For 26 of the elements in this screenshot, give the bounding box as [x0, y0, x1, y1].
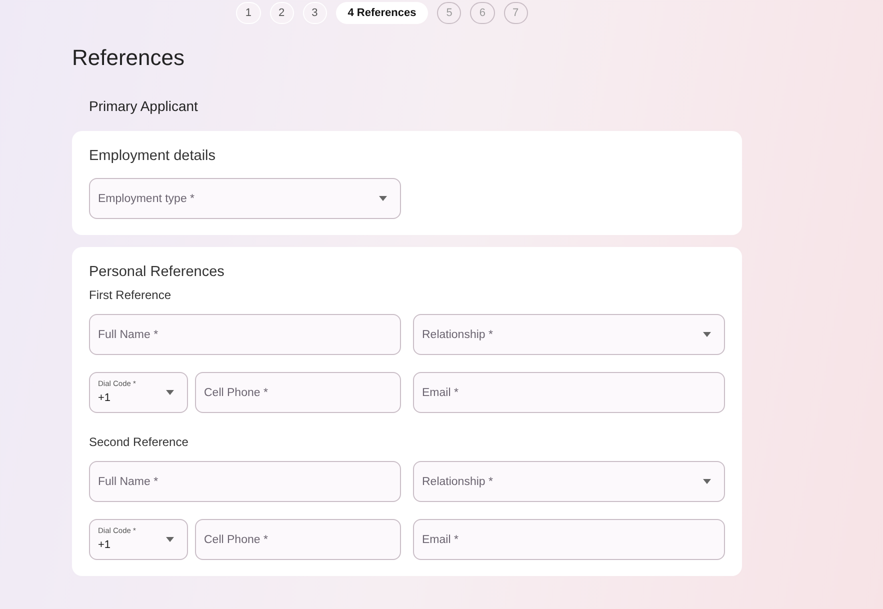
card-heading: Employment details	[89, 148, 217, 164]
section-heading: Primary Applicant	[89, 98, 199, 114]
page-title: References	[72, 45, 186, 71]
stepper-step[interactable]: 1	[236, 2, 260, 24]
card-heading: Personal References	[89, 264, 226, 280]
dropdown-caret-icon	[166, 537, 174, 542]
field-value: +1	[98, 539, 111, 551]
email-field[interactable]: Email *	[413, 372, 725, 413]
dropdown-caret-icon	[703, 332, 711, 337]
dropdown-caret-icon	[379, 196, 387, 201]
dropdown-caret-icon	[166, 390, 174, 395]
full-name-field[interactable]: Full Name *	[89, 314, 401, 355]
email-field[interactable]: Email *	[413, 519, 725, 560]
field-value: +1	[98, 392, 111, 404]
reference-heading: First Reference	[89, 288, 172, 302]
cell-phone-field[interactable]: Cell Phone *	[195, 372, 401, 413]
cell-phone-field[interactable]: Cell Phone *	[195, 519, 401, 560]
reference-heading: Second Reference	[89, 435, 190, 449]
stepper-step[interactable]: 3	[302, 2, 327, 24]
stepper-step[interactable]: 4 References	[336, 2, 428, 24]
employment-type-select[interactable]: Employment type *	[89, 178, 401, 219]
full-name-field[interactable]: Full Name *	[89, 461, 401, 502]
relationship-select[interactable]: Relationship *	[413, 314, 725, 355]
dropdown-caret-icon	[703, 479, 711, 484]
relationship-select[interactable]: Relationship *	[413, 461, 725, 502]
stepper-step[interactable]: 2	[270, 2, 294, 24]
